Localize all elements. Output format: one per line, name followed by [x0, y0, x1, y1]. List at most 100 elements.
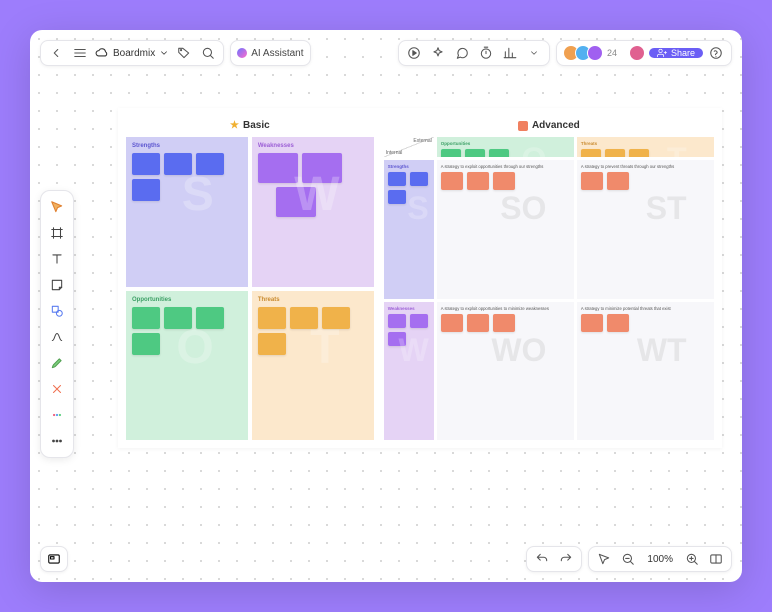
tag-button[interactable]: [175, 44, 193, 62]
sticky-card[interactable]: [164, 307, 192, 329]
ai-assistant-button[interactable]: AI Assistant: [230, 40, 310, 66]
basic-grid: Strengths S Weaknesses W: [126, 137, 374, 440]
sticky-card[interactable]: [388, 190, 406, 204]
sticky-card[interactable]: [410, 314, 428, 328]
sticky-card[interactable]: [258, 153, 298, 183]
sticky-card[interactable]: [607, 172, 629, 190]
menu-button[interactable]: [71, 44, 89, 62]
col-threats[interactable]: Threats T: [577, 137, 714, 157]
sticky-card[interactable]: [489, 149, 509, 157]
sticky-card[interactable]: [132, 307, 160, 329]
quad-weaknesses[interactable]: Weaknesses W: [252, 137, 374, 287]
sticky-card[interactable]: [441, 149, 461, 157]
shape-tool[interactable]: [45, 299, 69, 323]
sticky-card[interactable]: [467, 314, 489, 332]
undo-button[interactable]: [533, 550, 551, 568]
sticky-card[interactable]: [132, 333, 160, 355]
sticky-card[interactable]: [276, 187, 316, 217]
sticky-card[interactable]: [322, 307, 350, 329]
quad-opportunities[interactable]: Opportunities O: [126, 291, 248, 441]
play-button[interactable]: [405, 44, 423, 62]
highlighter-tool[interactable]: [45, 377, 69, 401]
sticky-card[interactable]: [164, 153, 192, 175]
cell-st[interactable]: A strategy to prevent threats through ou…: [577, 160, 714, 299]
sticky-card[interactable]: [493, 314, 515, 332]
sticky-card[interactable]: [581, 172, 603, 190]
row-label: Strengths: [388, 164, 430, 169]
sticky-card[interactable]: [410, 172, 428, 186]
quad-label: Strengths: [132, 143, 242, 149]
app-window: Boardmix AI Assistant 24: [30, 30, 742, 582]
sticky-card[interactable]: [388, 332, 406, 346]
select-tool[interactable]: [45, 195, 69, 219]
chart-button[interactable]: [501, 44, 519, 62]
col-opportunities[interactable]: Opportunities O: [437, 137, 574, 157]
cursor-mode-button[interactable]: [595, 550, 613, 568]
help-button[interactable]: [707, 44, 725, 62]
toolbar-top-right: 24 Share: [398, 40, 732, 66]
row-weaknesses[interactable]: Weaknesses W: [384, 302, 434, 441]
sticky-card[interactable]: [132, 153, 160, 175]
sticky-card[interactable]: [493, 172, 515, 190]
row-strengths[interactable]: Strengths S: [384, 160, 434, 299]
cell-so[interactable]: A strategy to exploit opportunities thro…: [437, 160, 574, 299]
sticky-card[interactable]: [302, 153, 342, 183]
sticky-card[interactable]: [196, 153, 224, 175]
zoom-in-button[interactable]: [683, 550, 701, 568]
current-user-avatar[interactable]: [629, 45, 645, 61]
sticky-card[interactable]: [467, 172, 489, 190]
more-button[interactable]: [525, 44, 543, 62]
cloud-icon: [95, 46, 109, 60]
pen-tool[interactable]: [45, 351, 69, 375]
frame-tool[interactable]: [45, 221, 69, 245]
sticky-card[interactable]: [290, 307, 318, 329]
minimap-button[interactable]: [40, 546, 68, 572]
sticky-card[interactable]: [581, 149, 601, 157]
ai-label: AI Assistant: [251, 48, 303, 59]
sticky-card[interactable]: [465, 149, 485, 157]
sparkle-button[interactable]: [429, 44, 447, 62]
back-button[interactable]: [47, 44, 65, 62]
timer-button[interactable]: [477, 44, 495, 62]
document-name[interactable]: Boardmix: [95, 46, 169, 60]
sticky-card[interactable]: [441, 172, 463, 190]
cell-wt[interactable]: A strategy to minimize potential threats…: [577, 302, 714, 441]
sticky-card[interactable]: [388, 314, 406, 328]
quad-strengths[interactable]: Strengths S: [126, 137, 248, 287]
share-button[interactable]: Share: [649, 48, 703, 58]
zoom-out-button[interactable]: [619, 550, 637, 568]
comment-button[interactable]: [453, 44, 471, 62]
canvas-content[interactable]: ★ Basic Strengths S Weaknesses W: [118, 108, 722, 448]
templates-tool[interactable]: [45, 403, 69, 427]
sticky-card[interactable]: [132, 179, 160, 201]
corner-cell: External Internal: [384, 137, 434, 157]
advanced-board[interactable]: Advanced External Internal Opportunities…: [384, 116, 714, 440]
basic-board[interactable]: ★ Basic Strengths S Weaknesses W: [126, 116, 374, 440]
sticky-card[interactable]: [258, 333, 286, 355]
connector-tool[interactable]: [45, 325, 69, 349]
advanced-grid: External Internal Opportunities O Threat…: [384, 137, 714, 440]
sticky-card[interactable]: [388, 172, 406, 186]
actions-pill: [398, 40, 550, 66]
fit-button[interactable]: [707, 550, 725, 568]
zoom-level[interactable]: 100%: [643, 554, 677, 565]
sticky-card[interactable]: [607, 314, 629, 332]
quad-threats[interactable]: Threats T: [252, 291, 374, 441]
sticky-card[interactable]: [441, 314, 463, 332]
avatar-count: 24: [607, 48, 617, 58]
avatar-stack[interactable]: [563, 45, 603, 61]
cell-wo[interactable]: A strategy to exploit opportunities to m…: [437, 302, 574, 441]
advanced-title: Advanced: [384, 116, 714, 137]
search-button[interactable]: [199, 44, 217, 62]
sticky-card[interactable]: [581, 314, 603, 332]
sticky-card[interactable]: [258, 307, 286, 329]
sticky-card[interactable]: [196, 307, 224, 329]
strategy-text: A strategy to exploit opportunities to m…: [441, 306, 570, 311]
more-tools[interactable]: [45, 429, 69, 453]
sticky-card[interactable]: [629, 149, 649, 157]
redo-button[interactable]: [557, 550, 575, 568]
sticky-card[interactable]: [605, 149, 625, 157]
sticky-tool[interactable]: [45, 273, 69, 297]
quad-label: Opportunities: [132, 297, 242, 303]
text-tool[interactable]: [45, 247, 69, 271]
